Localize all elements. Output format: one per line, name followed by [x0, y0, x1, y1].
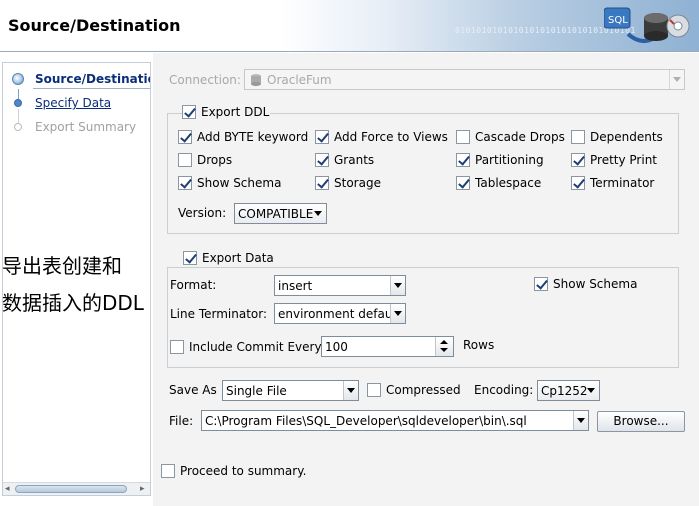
checkbox-label: Pretty Print [590, 153, 658, 167]
chevron-down-icon[interactable] [311, 204, 326, 223]
options-panel: Connection: OracleFum Export DDL Add BYT… [153, 53, 699, 506]
file-path-field[interactable]: C:\Program Files\SQL_Developer\sqldevelo… [201, 410, 589, 431]
checkbox-label: Storage [334, 176, 381, 190]
step-label: Source/Destination [35, 72, 150, 86]
current-step-underline [33, 88, 150, 89]
checkbox-box[interactable] [367, 383, 381, 397]
checkbox-label: Add Force to Views [334, 130, 448, 144]
connection-select[interactable]: OracleFum [244, 69, 685, 90]
save-as-label: Save As [169, 383, 217, 397]
checkbox-box[interactable] [315, 130, 329, 144]
step-label: Specify Data [35, 96, 112, 110]
sidebar-horizontal-scrollbar[interactable]: ◂ ▸ [3, 482, 150, 495]
export-data-label: Export Data [202, 251, 274, 265]
checkbox-box[interactable] [315, 153, 329, 167]
database-icon [251, 74, 261, 86]
checkbox-label: Drops [197, 153, 233, 167]
format-select[interactable]: insert [274, 275, 406, 296]
export-ddl-label: Export DDL [201, 105, 270, 119]
checkbox-box[interactable] [315, 176, 329, 190]
scrollbar-thumb[interactable] [15, 485, 127, 493]
checkbox-label: Grants [334, 153, 375, 167]
step-export-summary: Export Summary [3, 117, 150, 137]
checkbox-label: Cascade Drops [475, 130, 565, 144]
checkbox-box[interactable] [534, 277, 548, 291]
checkbox-box[interactable] [182, 105, 196, 119]
svg-text:SQL: SQL [608, 15, 628, 26]
checkbox-label: Include Commit Every [189, 340, 322, 354]
checkbox-box[interactable] [456, 176, 470, 190]
checkbox-label: Compressed [386, 383, 461, 397]
version-value: COMPATIBLE [238, 207, 314, 221]
connection-label: Connection: [169, 73, 241, 87]
file-path-value: C:\Program Files\SQL_Developer\sqldevelo… [205, 414, 527, 428]
checkbox-label: Terminator [590, 176, 655, 190]
spinner-arrows-icon[interactable] [435, 337, 453, 356]
step-source-destination[interactable]: Source/Destination [3, 69, 150, 89]
scroll-right-icon[interactable]: ▸ [140, 484, 145, 494]
sql-developer-logo-icon: SQL [604, 7, 690, 43]
save-as-value: Single File [226, 384, 287, 398]
save-as-select[interactable]: Single File [222, 380, 359, 401]
rows-label: Rows [463, 338, 495, 352]
version-label: Version: [178, 206, 227, 220]
encoding-select[interactable]: Cp1252 [537, 380, 600, 401]
checkbox-box[interactable] [161, 464, 175, 478]
checkbox-label: Show Schema [197, 176, 282, 190]
export-data-checkbox[interactable]: Export Data [183, 250, 275, 266]
step-specify-data[interactable]: Specify Data [3, 93, 150, 113]
checkbox-label: Proceed to summary. [180, 464, 307, 478]
chevron-down-icon[interactable] [584, 381, 599, 400]
checkbox-box[interactable] [178, 153, 192, 167]
wizard-steps-panel: Source/Destination Specify Data Export S… [2, 62, 151, 496]
checkbox-label: Partitioning [475, 153, 544, 167]
chevron-down-icon[interactable] [390, 276, 405, 295]
wizard-header: Source/Destination 010101010101010101010… [0, 0, 699, 52]
encoding-label: Encoding: [474, 383, 534, 397]
format-label: Format: [170, 278, 217, 292]
current-step-icon [12, 73, 24, 85]
checkbox-label: Add BYTE keyword [197, 130, 309, 144]
export-ddl-checkbox[interactable]: Export DDL [182, 104, 270, 120]
encoding-value: Cp1252 [541, 384, 588, 398]
checkbox-label: Show Schema [553, 277, 638, 291]
chevron-down-icon[interactable] [573, 411, 588, 430]
commit-rows-value: 100 [325, 340, 348, 354]
page-title: Source/Destination [8, 16, 181, 35]
checkbox-label: Tablespace [475, 176, 542, 190]
checkbox-box[interactable] [178, 176, 192, 190]
checkbox-box[interactable] [456, 130, 470, 144]
line-terminator-select[interactable]: environment default [274, 303, 406, 324]
checkbox-label: Dependents [590, 130, 663, 144]
step-bullet-icon [14, 99, 22, 107]
annotation-line-2: 数据插入的DDL [2, 291, 144, 315]
checkbox-box[interactable] [571, 130, 585, 144]
format-value: insert [278, 279, 313, 293]
chevron-down-icon[interactable] [390, 304, 405, 323]
step-bullet-icon [14, 123, 22, 131]
checkbox-box[interactable] [178, 130, 192, 144]
annotation-line-1: 导出表创建和 [2, 254, 122, 278]
checkbox-box[interactable] [571, 153, 585, 167]
file-label: File: [169, 414, 194, 428]
checkbox-box[interactable] [170, 340, 184, 354]
line-terminator-value: environment default [278, 307, 401, 321]
chevron-down-icon[interactable] [669, 70, 684, 89]
commit-rows-stepper[interactable]: 100 [321, 336, 454, 357]
checkbox-box[interactable] [571, 176, 585, 190]
step-label: Export Summary [35, 120, 137, 134]
checkbox-box[interactable] [183, 251, 197, 265]
chevron-down-icon[interactable] [343, 381, 358, 400]
browse-button[interactable]: Browse... [597, 411, 685, 432]
connection-value: OracleFum [267, 73, 332, 87]
scroll-left-icon[interactable]: ◂ [5, 484, 10, 494]
checkbox-box[interactable] [456, 153, 470, 167]
version-select[interactable]: COMPATIBLE [234, 203, 327, 224]
line-terminator-label: Line Terminator: [170, 307, 268, 321]
